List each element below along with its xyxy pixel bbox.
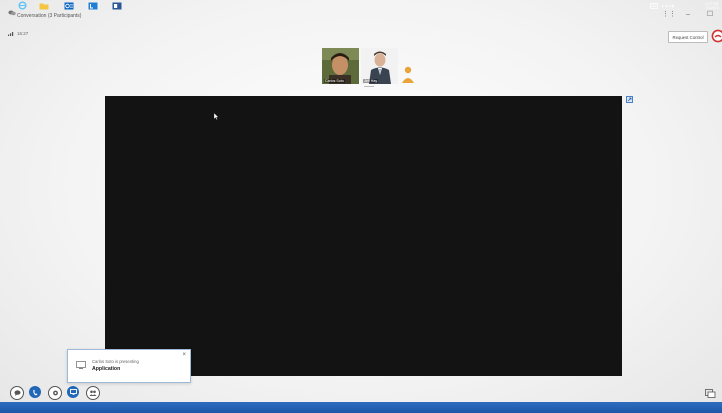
internet-explorer-icon	[18, 1, 26, 10]
windows-taskbar	[0, 402, 722, 413]
word-icon	[112, 2, 122, 9]
outlook-icon	[64, 2, 74, 9]
participants-button[interactable]	[86, 386, 100, 400]
stage-divider-handle[interactable]	[364, 86, 374, 87]
folder-icon	[39, 3, 49, 9]
participant-placeholder-icon[interactable]	[399, 62, 417, 84]
monitor-icon	[76, 361, 86, 369]
taskbar-clock[interactable]: 5:27 PM 1/1/2015	[703, 1, 721, 10]
menu-button[interactable]: ⋮⋮	[662, 10, 676, 18]
taskbar-lync[interactable]	[86, 1, 100, 10]
taskbar-outlook[interactable]	[63, 1, 75, 10]
keyboard-icon	[650, 2, 658, 9]
title-bar	[0, 0, 722, 30]
layout-options-icon[interactable]	[705, 389, 716, 398]
call-status: 16:27	[8, 31, 28, 36]
presenting-notification[interactable]: × Carlos Soto is presenting Application	[67, 349, 191, 383]
shared-screen-view[interactable]	[105, 96, 622, 376]
chat-icon	[14, 390, 20, 396]
close-icon[interactable]: ×	[182, 352, 186, 358]
people-icon	[89, 390, 97, 396]
maximize-button[interactable]: ☐	[706, 10, 714, 18]
taskbar-internet-explorer[interactable]	[16, 1, 28, 10]
call-button[interactable]	[29, 386, 41, 398]
clock-date: 1/1/2015	[705, 5, 719, 10]
participant-name: Carlos Soto	[324, 79, 345, 83]
popout-icon[interactable]	[626, 96, 633, 103]
participant-photo[interactable]: Jeff Hay	[361, 48, 398, 84]
taskbar-word[interactable]	[111, 1, 123, 10]
minimize-button[interactable]: –	[684, 11, 692, 18]
camera-icon	[52, 390, 58, 396]
call-duration: 16:27	[17, 31, 29, 36]
request-control-button[interactable]: Request Control	[668, 31, 708, 43]
monitor-icon	[69, 389, 77, 395]
phone-icon	[32, 389, 37, 395]
window-title: Conversation (3 Participants)	[17, 13, 82, 19]
tray-icons: ▲ ◈ ◂ ▮	[661, 3, 674, 8]
notification-content-type: Application	[92, 366, 121, 372]
chat-bubbles-icon	[8, 10, 16, 16]
notification-presenter-text: Carlos Soto is presenting	[92, 359, 139, 364]
participant-name: Jeff Hay	[363, 79, 379, 83]
participant-photo[interactable]: Carlos Soto	[322, 48, 359, 84]
camera-button[interactable]	[48, 386, 62, 400]
present-button[interactable]	[67, 386, 79, 398]
taskbar-file-explorer[interactable]	[38, 1, 50, 10]
mouse-pointer-icon	[214, 113, 219, 120]
stop-sharing-icon[interactable]	[711, 29, 722, 43]
signal-bars-icon	[8, 32, 14, 36]
chat-button[interactable]	[10, 386, 24, 400]
lync-icon	[88, 2, 98, 9]
system-tray[interactable]: ▲ ◈ ◂ ▮	[650, 1, 700, 10]
